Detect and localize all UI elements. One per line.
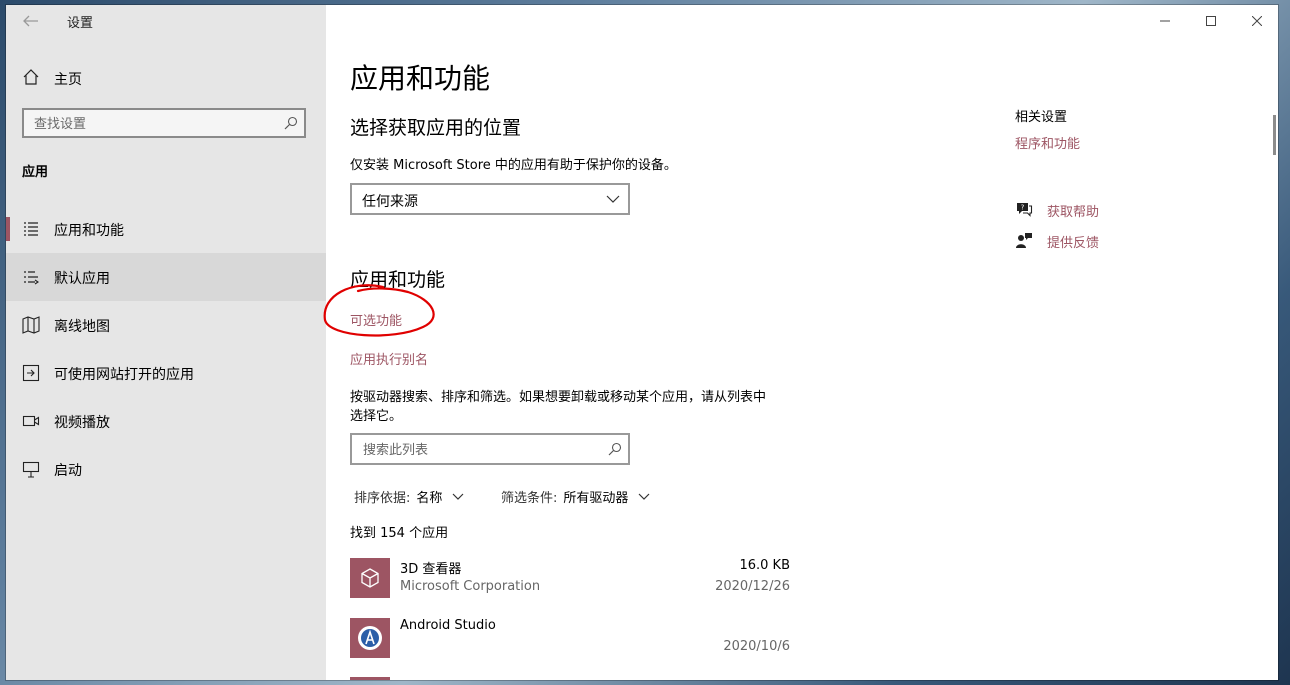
- nav-item-offline-maps[interactable]: 离线地图: [6, 301, 326, 349]
- active-indicator: [6, 217, 10, 241]
- maximize-button[interactable]: [1188, 5, 1234, 37]
- back-arrow-icon: [23, 15, 38, 27]
- nav-item-startup[interactable]: 启动: [6, 445, 326, 493]
- app-date: 2020/10/6: [723, 639, 790, 654]
- minimize-button[interactable]: [1142, 5, 1188, 37]
- settings-search[interactable]: [22, 108, 306, 138]
- nav-item-label: 启动: [54, 463, 82, 479]
- programs-features-link[interactable]: 程序和功能: [1015, 133, 1080, 152]
- optional-features-link[interactable]: 可选功能: [350, 310, 402, 329]
- page-title: 应用和功能: [350, 62, 491, 95]
- app-date: 2020/12/26: [715, 579, 790, 594]
- app-execution-alias-link[interactable]: 应用执行别名: [350, 349, 428, 368]
- nav-item-apps-features[interactable]: 应用和功能: [6, 205, 326, 253]
- app-publisher: Microsoft Corporation: [400, 579, 541, 594]
- close-button[interactable]: [1234, 5, 1278, 37]
- install-location-heading: 选择获取应用的位置: [350, 117, 522, 139]
- install-location-description: 仅安装 Microsoft Store 中的应用有助于保护你的设备。: [350, 158, 677, 173]
- app-name: Android Studio: [400, 618, 496, 633]
- video-icon: [22, 415, 40, 427]
- sort-value: 名称: [416, 491, 443, 506]
- dropdown-value: 任何来源: [362, 194, 418, 210]
- chevron-down-icon: [638, 493, 650, 500]
- apps-description-line1: 按驱动器搜索、排序和筛选。如果想要卸载或移动某个应用，请从列表中: [350, 390, 767, 405]
- search-icon: [608, 442, 622, 456]
- nav-item-video-playback[interactable]: 视频播放: [6, 397, 326, 445]
- apps-features-heading: 应用和功能: [350, 269, 446, 291]
- related-settings-heading: 相关设置: [1015, 110, 1068, 125]
- nav-item-label: 应用和功能: [54, 223, 124, 239]
- app-count: 找到 154 个应用: [350, 526, 449, 541]
- app-tile: [350, 618, 390, 658]
- sort-selector[interactable]: 排序依据: 名称: [354, 487, 464, 506]
- nav-item-label: 离线地图: [54, 319, 110, 335]
- get-help-label: 获取帮助: [1047, 205, 1100, 220]
- chevron-down-icon: [606, 195, 620, 203]
- nav-section-header: 应用: [22, 165, 49, 180]
- map-icon: [22, 316, 40, 334]
- back-button[interactable]: [16, 9, 46, 33]
- nav-item-label: 视频播放: [54, 415, 110, 431]
- app-list-search[interactable]: [350, 433, 630, 465]
- minimize-icon: [1160, 20, 1170, 22]
- search-icon: [284, 116, 298, 130]
- filter-selector[interactable]: 筛选条件: 所有驱动器: [501, 487, 650, 506]
- scrollbar[interactable]: [1273, 115, 1276, 155]
- apps-description-line2: 选择它。: [350, 409, 403, 424]
- open-in-app-icon: [22, 364, 40, 382]
- help-chat-icon: ?: [1017, 203, 1033, 217]
- close-icon: [1252, 16, 1262, 26]
- nav-item-label: 可使用网站打开的应用: [54, 367, 194, 383]
- startup-icon: [22, 461, 40, 478]
- feedback-icon: [1016, 233, 1032, 248]
- main-content: 应用和功能 选择获取应用的位置 仅安装 Microsoft Store 中的应用…: [323, 5, 1278, 680]
- home-icon: [23, 69, 39, 85]
- android-studio-icon: [358, 626, 382, 650]
- nav-item-label: 默认应用: [54, 271, 110, 287]
- app-tile-partial: [350, 677, 390, 680]
- app-name: 3D 查看器: [400, 562, 462, 577]
- app-list-item[interactable]: 3D 查看器 Microsoft Corporation 16.0 KB 202…: [350, 558, 790, 614]
- nav-item-apps-for-websites[interactable]: 可使用网站打开的应用: [6, 349, 326, 397]
- filter-value: 所有驱动器: [563, 491, 629, 506]
- window-title: 设置: [67, 16, 94, 31]
- chevron-down-icon: [452, 493, 464, 500]
- give-feedback-label: 提供反馈: [1047, 236, 1100, 251]
- nav-item-default-apps[interactable]: 默认应用: [6, 253, 326, 301]
- app-tile: [350, 558, 390, 598]
- apps-list-icon: [24, 222, 38, 236]
- nav-home-label: 主页: [54, 72, 82, 88]
- nav-home[interactable]: 主页: [6, 61, 326, 93]
- app-size: 16.0 KB: [739, 558, 790, 573]
- nav-pane: 设置 主页 应用 应用和功能 默认应用 离线地图 可使用网站打开的应用: [6, 5, 326, 680]
- app-list-search-input[interactable]: [361, 440, 595, 460]
- maximize-icon: [1206, 16, 1216, 26]
- default-apps-icon: [24, 271, 39, 285]
- sort-label: 排序依据:: [354, 491, 411, 506]
- svg-text:?: ?: [1021, 204, 1025, 212]
- app-list-item[interactable]: Android Studio 2020/10/6: [350, 618, 790, 674]
- settings-window: 设置 主页 应用 应用和功能 默认应用 离线地图 可使用网站打开的应用: [6, 5, 1278, 680]
- settings-search-input[interactable]: [32, 114, 276, 134]
- 3d-viewer-icon: [361, 568, 379, 588]
- filter-label: 筛选条件:: [501, 491, 558, 506]
- title-bar: 设置: [6, 5, 326, 37]
- install-source-dropdown[interactable]: 任何来源: [350, 183, 630, 215]
